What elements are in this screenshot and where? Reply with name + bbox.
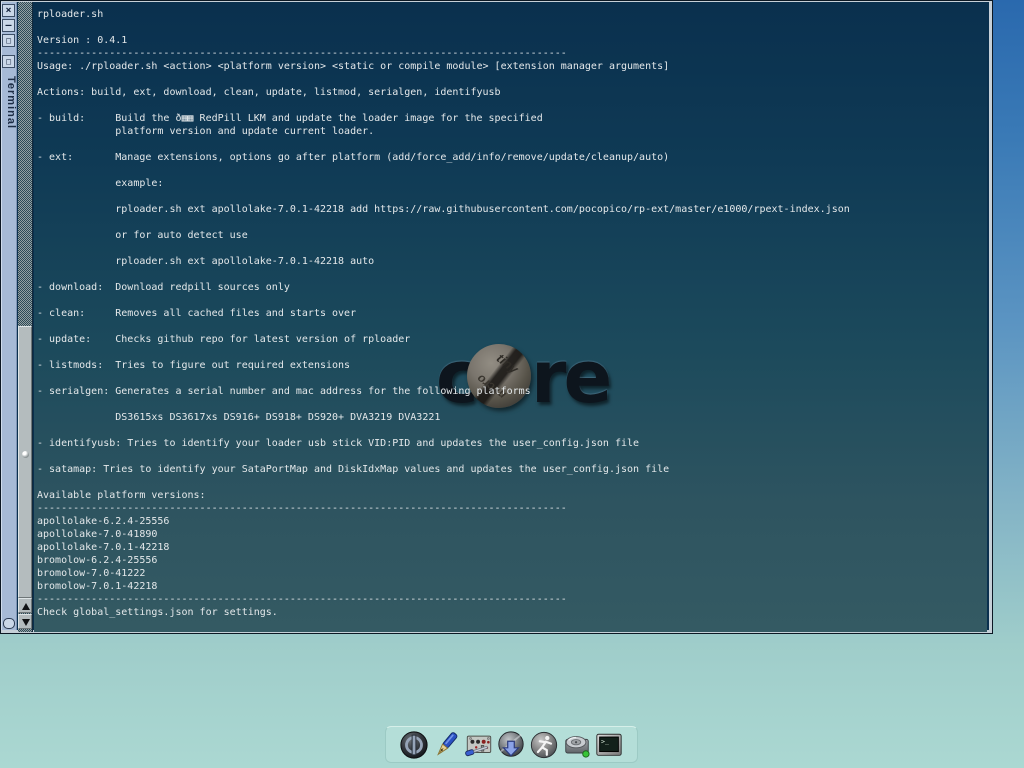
close-icon[interactable]: × [2,4,15,17]
scrollbar-thumb[interactable] [18,326,32,598]
apps-download-icon[interactable] [496,729,527,760]
terminal-output: rploader.sh Version : 0.4.1 ------------… [37,8,850,619]
svg-text:>_: >_ [601,737,609,745]
wbar-dock: >_ [385,726,638,763]
mount-tool-icon[interactable] [561,729,592,760]
iconify-icon[interactable]: □ [2,55,15,68]
scrollbar-dimple [22,451,29,458]
prompt-line: tc@box:~$ [37,619,139,632]
control-panel-icon[interactable] [463,729,494,760]
maximize-icon[interactable]: □ [2,34,15,47]
power-icon[interactable] [398,729,429,760]
terminal-icon[interactable]: >_ [594,729,625,760]
run-icon[interactable] [529,729,560,760]
window-title: Terminal [2,76,17,129]
terminal-window: × – □ □ Terminal c tiny micro re rploade… [0,0,993,634]
scroll-up-button[interactable] [18,598,32,613]
scroll-down-button[interactable] [18,614,32,629]
scrollbar-track[interactable] [18,2,33,632]
pen-icon[interactable] [431,729,462,760]
window-titlebar[interactable]: × – □ □ Terminal [1,2,17,630]
resize-handle[interactable] [3,618,15,629]
shade-icon[interactable]: – [2,19,15,32]
terminal-screen[interactable]: c tiny micro re rploader.sh Version : 0.… [34,2,987,632]
